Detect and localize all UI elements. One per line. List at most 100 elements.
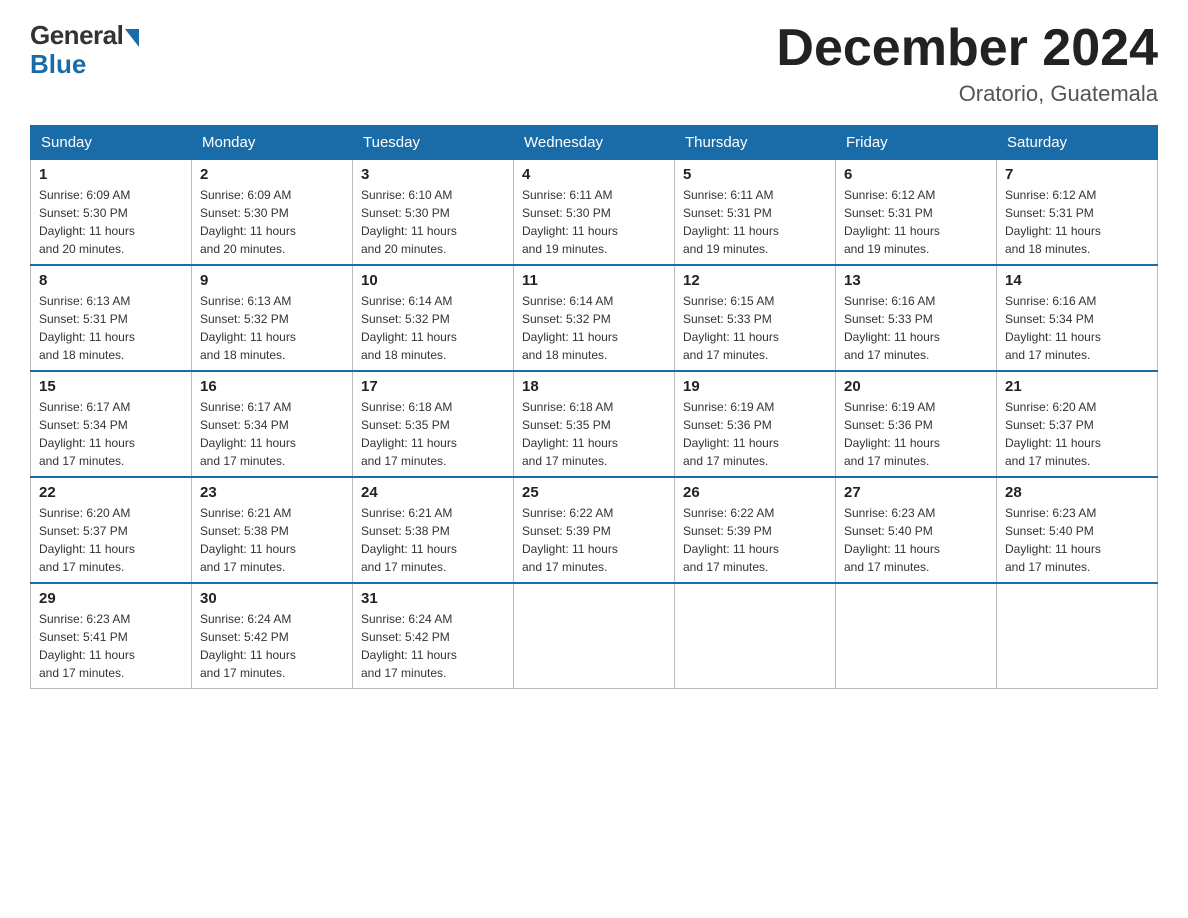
day-number: 1 — [39, 166, 183, 183]
day-number: 7 — [1005, 166, 1149, 183]
day-number: 10 — [361, 272, 505, 289]
day-info: Sunrise: 6:18 AMSunset: 5:35 PMDaylight:… — [522, 400, 618, 468]
calendar-cell: 16 Sunrise: 6:17 AMSunset: 5:34 PMDaylig… — [192, 371, 353, 477]
calendar-cell: 12 Sunrise: 6:15 AMSunset: 5:33 PMDaylig… — [675, 265, 836, 371]
calendar-cell: 2 Sunrise: 6:09 AMSunset: 5:30 PMDayligh… — [192, 160, 353, 266]
day-info: Sunrise: 6:14 AMSunset: 5:32 PMDaylight:… — [361, 294, 457, 362]
day-number: 23 — [200, 484, 344, 501]
calendar-cell: 11 Sunrise: 6:14 AMSunset: 5:32 PMDaylig… — [514, 265, 675, 371]
calendar-cell: 27 Sunrise: 6:23 AMSunset: 5:40 PMDaylig… — [836, 477, 997, 583]
calendar-cell: 25 Sunrise: 6:22 AMSunset: 5:39 PMDaylig… — [514, 477, 675, 583]
day-number: 4 — [522, 166, 666, 183]
day-info: Sunrise: 6:17 AMSunset: 5:34 PMDaylight:… — [39, 400, 135, 468]
header-wednesday: Wednesday — [514, 126, 675, 160]
month-title: December 2024 — [776, 20, 1158, 77]
day-info: Sunrise: 6:13 AMSunset: 5:32 PMDaylight:… — [200, 294, 296, 362]
day-info: Sunrise: 6:23 AMSunset: 5:40 PMDaylight:… — [1005, 506, 1101, 574]
day-number: 5 — [683, 166, 827, 183]
week-row-3: 15 Sunrise: 6:17 AMSunset: 5:34 PMDaylig… — [31, 371, 1158, 477]
calendar-cell: 20 Sunrise: 6:19 AMSunset: 5:36 PMDaylig… — [836, 371, 997, 477]
calendar-cell: 26 Sunrise: 6:22 AMSunset: 5:39 PMDaylig… — [675, 477, 836, 583]
day-info: Sunrise: 6:22 AMSunset: 5:39 PMDaylight:… — [683, 506, 779, 574]
week-row-1: 1 Sunrise: 6:09 AMSunset: 5:30 PMDayligh… — [31, 160, 1158, 266]
day-number: 12 — [683, 272, 827, 289]
logo-general-text: General — [30, 20, 123, 51]
day-number: 3 — [361, 166, 505, 183]
logo-arrow-icon — [125, 29, 139, 47]
day-info: Sunrise: 6:23 AMSunset: 5:40 PMDaylight:… — [844, 506, 940, 574]
day-number: 27 — [844, 484, 988, 501]
day-number: 26 — [683, 484, 827, 501]
calendar-cell: 30 Sunrise: 6:24 AMSunset: 5:42 PMDaylig… — [192, 583, 353, 689]
day-info: Sunrise: 6:19 AMSunset: 5:36 PMDaylight:… — [844, 400, 940, 468]
day-number: 16 — [200, 378, 344, 395]
day-info: Sunrise: 6:21 AMSunset: 5:38 PMDaylight:… — [361, 506, 457, 574]
week-row-5: 29 Sunrise: 6:23 AMSunset: 5:41 PMDaylig… — [31, 583, 1158, 689]
day-info: Sunrise: 6:24 AMSunset: 5:42 PMDaylight:… — [200, 612, 296, 680]
calendar-cell: 31 Sunrise: 6:24 AMSunset: 5:42 PMDaylig… — [353, 583, 514, 689]
week-row-2: 8 Sunrise: 6:13 AMSunset: 5:31 PMDayligh… — [31, 265, 1158, 371]
day-info: Sunrise: 6:11 AMSunset: 5:30 PMDaylight:… — [522, 188, 618, 256]
day-number: 29 — [39, 590, 183, 607]
day-number: 21 — [1005, 378, 1149, 395]
day-number: 2 — [200, 166, 344, 183]
day-number: 11 — [522, 272, 666, 289]
calendar-cell — [836, 583, 997, 689]
logo-blue-text: Blue — [30, 49, 86, 80]
calendar-cell: 23 Sunrise: 6:21 AMSunset: 5:38 PMDaylig… — [192, 477, 353, 583]
day-number: 19 — [683, 378, 827, 395]
calendar-cell: 10 Sunrise: 6:14 AMSunset: 5:32 PMDaylig… — [353, 265, 514, 371]
day-info: Sunrise: 6:19 AMSunset: 5:36 PMDaylight:… — [683, 400, 779, 468]
calendar-cell: 4 Sunrise: 6:11 AMSunset: 5:30 PMDayligh… — [514, 160, 675, 266]
day-info: Sunrise: 6:23 AMSunset: 5:41 PMDaylight:… — [39, 612, 135, 680]
calendar-table: SundayMondayTuesdayWednesdayThursdayFrid… — [30, 125, 1158, 689]
day-info: Sunrise: 6:18 AMSunset: 5:35 PMDaylight:… — [361, 400, 457, 468]
day-number: 14 — [1005, 272, 1149, 289]
calendar-cell: 5 Sunrise: 6:11 AMSunset: 5:31 PMDayligh… — [675, 160, 836, 266]
calendar-cell: 13 Sunrise: 6:16 AMSunset: 5:33 PMDaylig… — [836, 265, 997, 371]
day-info: Sunrise: 6:17 AMSunset: 5:34 PMDaylight:… — [200, 400, 296, 468]
calendar-cell: 14 Sunrise: 6:16 AMSunset: 5:34 PMDaylig… — [997, 265, 1158, 371]
day-info: Sunrise: 6:11 AMSunset: 5:31 PMDaylight:… — [683, 188, 779, 256]
day-number: 15 — [39, 378, 183, 395]
day-info: Sunrise: 6:15 AMSunset: 5:33 PMDaylight:… — [683, 294, 779, 362]
calendar-cell: 21 Sunrise: 6:20 AMSunset: 5:37 PMDaylig… — [997, 371, 1158, 477]
week-row-4: 22 Sunrise: 6:20 AMSunset: 5:37 PMDaylig… — [31, 477, 1158, 583]
day-info: Sunrise: 6:13 AMSunset: 5:31 PMDaylight:… — [39, 294, 135, 362]
day-number: 24 — [361, 484, 505, 501]
calendar-cell — [514, 583, 675, 689]
day-info: Sunrise: 6:12 AMSunset: 5:31 PMDaylight:… — [844, 188, 940, 256]
calendar-cell: 6 Sunrise: 6:12 AMSunset: 5:31 PMDayligh… — [836, 160, 997, 266]
day-number: 20 — [844, 378, 988, 395]
header-row: SundayMondayTuesdayWednesdayThursdayFrid… — [31, 126, 1158, 160]
header-friday: Friday — [836, 126, 997, 160]
day-info: Sunrise: 6:14 AMSunset: 5:32 PMDaylight:… — [522, 294, 618, 362]
day-number: 22 — [39, 484, 183, 501]
day-info: Sunrise: 6:20 AMSunset: 5:37 PMDaylight:… — [1005, 400, 1101, 468]
day-number: 18 — [522, 378, 666, 395]
day-info: Sunrise: 6:16 AMSunset: 5:34 PMDaylight:… — [1005, 294, 1101, 362]
header-saturday: Saturday — [997, 126, 1158, 160]
logo: General Blue — [30, 20, 139, 80]
day-number: 30 — [200, 590, 344, 607]
day-info: Sunrise: 6:09 AMSunset: 5:30 PMDaylight:… — [39, 188, 135, 256]
calendar-cell: 7 Sunrise: 6:12 AMSunset: 5:31 PMDayligh… — [997, 160, 1158, 266]
day-info: Sunrise: 6:22 AMSunset: 5:39 PMDaylight:… — [522, 506, 618, 574]
calendar-cell: 3 Sunrise: 6:10 AMSunset: 5:30 PMDayligh… — [353, 160, 514, 266]
calendar-cell: 9 Sunrise: 6:13 AMSunset: 5:32 PMDayligh… — [192, 265, 353, 371]
calendar-cell: 1 Sunrise: 6:09 AMSunset: 5:30 PMDayligh… — [31, 160, 192, 266]
day-info: Sunrise: 6:10 AMSunset: 5:30 PMDaylight:… — [361, 188, 457, 256]
day-info: Sunrise: 6:12 AMSunset: 5:31 PMDaylight:… — [1005, 188, 1101, 256]
day-number: 25 — [522, 484, 666, 501]
day-number: 31 — [361, 590, 505, 607]
calendar-cell: 24 Sunrise: 6:21 AMSunset: 5:38 PMDaylig… — [353, 477, 514, 583]
calendar-cell: 8 Sunrise: 6:13 AMSunset: 5:31 PMDayligh… — [31, 265, 192, 371]
header-tuesday: Tuesday — [353, 126, 514, 160]
day-info: Sunrise: 6:20 AMSunset: 5:37 PMDaylight:… — [39, 506, 135, 574]
header-sunday: Sunday — [31, 126, 192, 160]
day-number: 8 — [39, 272, 183, 289]
day-info: Sunrise: 6:21 AMSunset: 5:38 PMDaylight:… — [200, 506, 296, 574]
calendar-cell — [675, 583, 836, 689]
calendar-cell: 22 Sunrise: 6:20 AMSunset: 5:37 PMDaylig… — [31, 477, 192, 583]
location: Oratorio, Guatemala — [776, 81, 1158, 107]
